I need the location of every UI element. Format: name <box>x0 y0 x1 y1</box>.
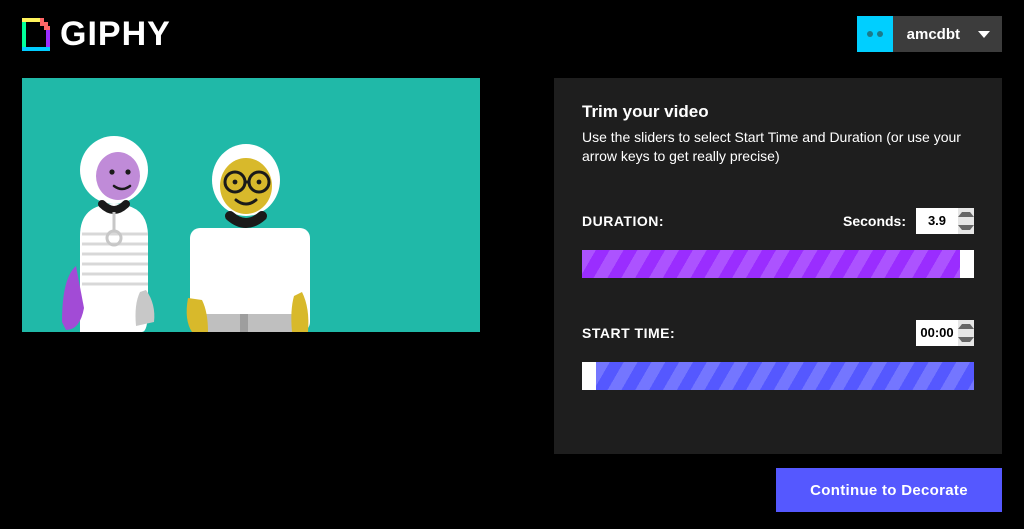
arrow-up-icon <box>958 212 974 217</box>
giphy-logo-icon <box>22 18 50 51</box>
video-preview <box>22 78 480 332</box>
start-time-label: START TIME: <box>582 325 675 341</box>
duration-input[interactable] <box>916 208 958 234</box>
duration-slider-fill <box>582 250 960 278</box>
user-name: amcdbt <box>893 16 974 52</box>
start-time-slider[interactable] <box>582 362 974 390</box>
panel-title: Trim your video <box>582 102 974 122</box>
avatar <box>857 16 893 52</box>
panel-subtitle: Use the sliders to select Start Time and… <box>582 128 974 166</box>
chevron-down-icon <box>978 31 990 38</box>
start-time-input[interactable] <box>916 320 958 346</box>
user-menu-caret <box>974 16 1002 52</box>
duration-label: DURATION: <box>582 213 664 229</box>
continue-button[interactable]: Continue to Decorate <box>776 468 1002 512</box>
duration-step-down[interactable] <box>958 221 974 234</box>
duration-unit: Seconds: <box>843 213 906 229</box>
duration-slider[interactable] <box>582 250 974 278</box>
arrow-down-icon <box>958 337 974 342</box>
arrow-up-icon <box>958 324 974 329</box>
start-time-slider-fill <box>596 362 974 390</box>
duration-spinner[interactable] <box>916 208 974 234</box>
header: GIPHY amcdbt <box>22 12 1002 56</box>
duration-control: DURATION: Seconds: <box>582 208 974 278</box>
duration-step-up[interactable] <box>958 208 974 221</box>
start-time-control: START TIME: <box>582 320 974 390</box>
start-time-step-up[interactable] <box>958 320 974 333</box>
avatar-eyes-icon <box>867 31 883 37</box>
start-time-step-down[interactable] <box>958 333 974 346</box>
start-time-spinner[interactable] <box>916 320 974 346</box>
trim-panel: Trim your video Use the sliders to selec… <box>554 78 1002 454</box>
logo-text: GIPHY <box>60 15 171 54</box>
user-menu[interactable]: amcdbt <box>857 16 1002 52</box>
logo[interactable]: GIPHY <box>22 15 171 54</box>
arrow-down-icon <box>958 225 974 230</box>
